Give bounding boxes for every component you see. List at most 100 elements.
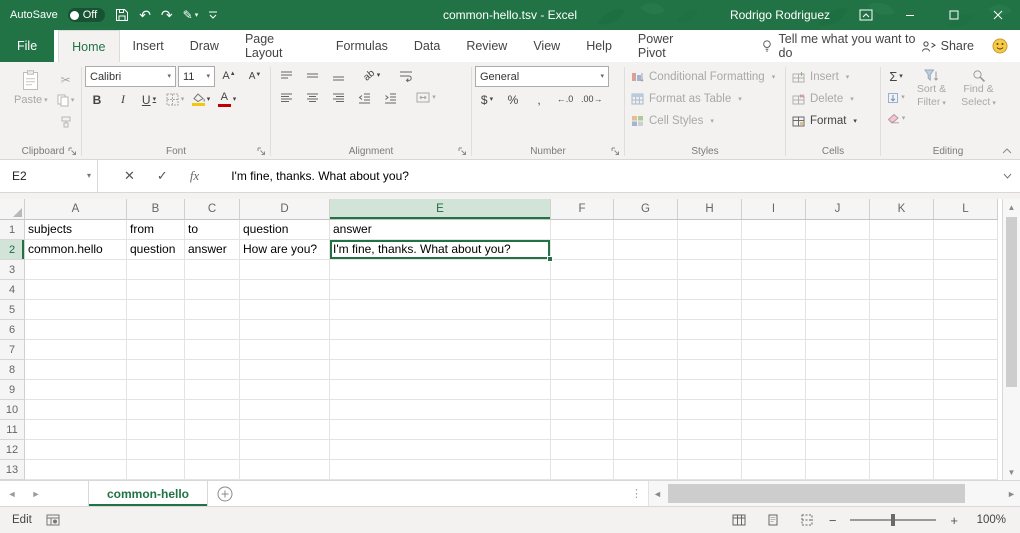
cell-C1[interactable]: to [185,220,240,240]
cell-I7[interactable] [742,340,806,360]
scroll-up-button[interactable]: ▲ [1003,199,1020,215]
cell-B1[interactable]: from [127,220,185,240]
cell-B12[interactable] [127,440,185,460]
column-header-C[interactable]: C [185,199,240,220]
cell-K4[interactable] [870,280,934,300]
scroll-down-button[interactable]: ▼ [1003,464,1020,480]
tab-power-pivot[interactable]: Power Pivot [625,30,713,62]
column-header-J[interactable]: J [806,199,870,220]
cell-K11[interactable] [870,420,934,440]
column-header-F[interactable]: F [551,199,614,220]
cell-C12[interactable] [185,440,240,460]
column-header-D[interactable]: D [240,199,330,220]
column-header-K[interactable]: K [870,199,934,220]
cell-A9[interactable] [25,380,127,400]
decrease-decimal-button[interactable]: .00→ [579,90,605,109]
cell-F6[interactable] [551,320,614,340]
cell-F8[interactable] [551,360,614,380]
horizontal-scrollbar[interactable]: ◄ ► [648,481,1020,506]
decrease-indent-button[interactable] [352,88,376,107]
merge-center-button[interactable]: ▾ [414,88,438,107]
confirm-entry-button[interactable]: ✓ [157,168,168,184]
previous-sheet-button[interactable]: ◄ [0,481,24,506]
page-layout-view-button[interactable] [761,510,785,530]
cell-G7[interactable] [614,340,678,360]
format-painter-button[interactable] [54,112,78,131]
align-left-button[interactable] [274,88,298,107]
scroll-left-button[interactable]: ◄ [649,481,666,506]
tab-file[interactable]: File [0,30,54,62]
cell-C10[interactable] [185,400,240,420]
tab-scrollbar-splitter[interactable]: ⋮ [625,481,648,506]
cell-A6[interactable] [25,320,127,340]
cell-C8[interactable] [185,360,240,380]
cell-J8[interactable] [806,360,870,380]
collapse-ribbon-icon[interactable] [1002,148,1012,154]
cell-K5[interactable] [870,300,934,320]
cell-H6[interactable] [678,320,742,340]
cell-B7[interactable] [127,340,185,360]
cell-E6[interactable] [330,320,551,340]
cell-I1[interactable] [742,220,806,240]
cell-F11[interactable] [551,420,614,440]
borders-button[interactable]: ▾ [163,90,187,109]
close-button[interactable] [976,0,1020,30]
cell-C4[interactable] [185,280,240,300]
cell-J9[interactable] [806,380,870,400]
column-header-E[interactable]: E [330,199,551,220]
comma-style-button[interactable]: , [527,90,551,109]
cell-B13[interactable] [127,460,185,480]
number-dialog-launcher-icon[interactable] [611,147,620,156]
cell-styles-button[interactable]: Cell Styles ▾ [628,110,782,132]
cell-L8[interactable] [934,360,998,380]
tab-review[interactable]: Review [453,30,520,62]
row-header-6[interactable]: 6 [0,320,25,340]
cancel-entry-button[interactable]: ✕ [124,168,135,184]
cell-J5[interactable] [806,300,870,320]
cell-L7[interactable] [934,340,998,360]
tab-home[interactable]: Home [58,30,119,62]
feedback-smiley-icon[interactable] [992,38,1008,54]
zoom-slider-thumb[interactable] [891,514,895,526]
tab-draw[interactable]: Draw [177,30,232,62]
cell-D5[interactable] [240,300,330,320]
cell-G8[interactable] [614,360,678,380]
cell-I10[interactable] [742,400,806,420]
new-sheet-button[interactable] [208,481,242,506]
cell-A4[interactable] [25,280,127,300]
align-center-button[interactable] [300,88,324,107]
cell-J2[interactable] [806,240,870,260]
cell-G12[interactable] [614,440,678,460]
cell-D1[interactable]: question [240,220,330,240]
cell-B2[interactable]: question [127,240,185,260]
delete-cells-button[interactable]: Delete ▾ [789,88,877,110]
cell-D13[interactable] [240,460,330,480]
font-size-combo[interactable]: 11 ▾ [178,66,215,87]
cell-H7[interactable] [678,340,742,360]
clear-button[interactable]: ▾ [884,109,908,128]
cell-H11[interactable] [678,420,742,440]
ribbon-display-options-button[interactable] [844,0,888,30]
cell-D4[interactable] [240,280,330,300]
name-box[interactable]: E2 ▾ [0,160,98,192]
accounting-format-button[interactable]: $▾ [475,90,499,109]
increase-font-size-button[interactable]: A▲ [217,67,241,86]
row-header-12[interactable]: 12 [0,440,25,460]
cell-B4[interactable] [127,280,185,300]
insert-function-button[interactable]: fx [190,168,199,184]
cell-B5[interactable] [127,300,185,320]
column-header-H[interactable]: H [678,199,742,220]
autosave-toggle[interactable]: Off [68,8,105,22]
cell-J12[interactable] [806,440,870,460]
cell-F13[interactable] [551,460,614,480]
cell-E11[interactable] [330,420,551,440]
middle-align-button[interactable] [300,66,324,85]
underline-button[interactable]: U▾ [137,90,161,109]
cell-K3[interactable] [870,260,934,280]
cell-G9[interactable] [614,380,678,400]
cell-L9[interactable] [934,380,998,400]
cell-G4[interactable] [614,280,678,300]
cell-H10[interactable] [678,400,742,420]
row-header-10[interactable]: 10 [0,400,25,420]
customize-qat-button[interactable] [208,10,218,20]
